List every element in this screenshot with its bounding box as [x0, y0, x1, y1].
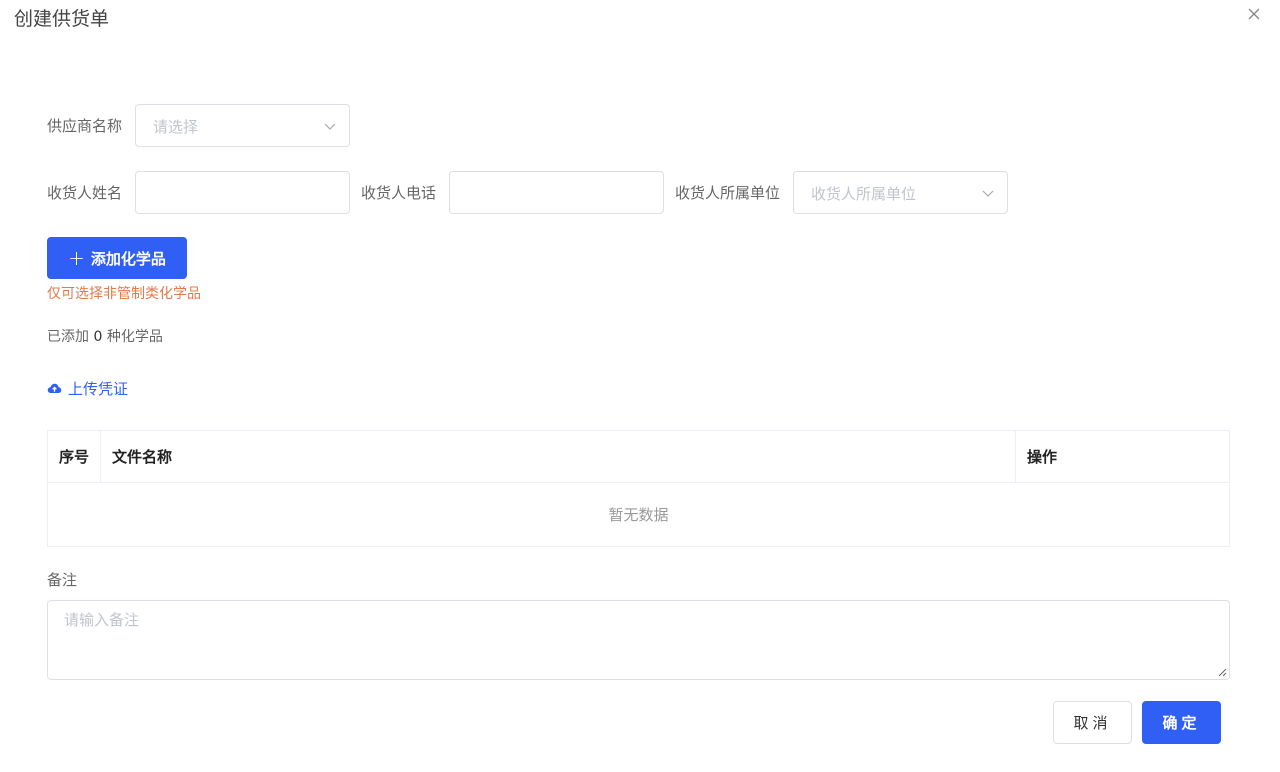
voucher-file-table: 序号 文件名称 操作 暂无数据 — [47, 430, 1230, 547]
cloud-upload-icon — [47, 383, 62, 393]
receiver-phone-field[interactable] — [449, 171, 664, 214]
receiver-unit-select[interactable]: 收货人所属单位 — [793, 171, 1008, 214]
receiver-name-field[interactable] — [135, 171, 350, 214]
receiver-phone-input[interactable] — [450, 172, 663, 213]
add-chemical-button[interactable]: + 添加化学品 — [47, 237, 187, 279]
supplier-select-placeholder: 请选择 — [153, 118, 199, 136]
chemical-count: 已添加 0 种化学品 — [47, 326, 163, 346]
receiver-phone-label: 收货人电话 — [361, 184, 437, 202]
add-chemical-label: 添加化学品 — [90, 249, 166, 268]
dialog-title: 创建供货单 — [14, 8, 110, 30]
column-header-index: 序号 — [48, 431, 101, 483]
chemical-count-prefix: 已添加 — [47, 329, 89, 345]
remark-field[interactable] — [47, 600, 1230, 680]
plus-icon: + — [68, 246, 85, 270]
chevron-down-icon — [324, 123, 336, 130]
receiver-name-input[interactable] — [136, 172, 349, 213]
column-header-actions: 操作 — [1027, 448, 1058, 466]
upload-voucher-link[interactable]: 上传凭证 — [47, 378, 128, 399]
close-icon[interactable] — [1246, 6, 1262, 22]
cancel-button[interactable]: 取消 — [1053, 701, 1132, 744]
chemical-count-value: 0 — [93, 329, 103, 345]
confirm-button[interactable]: 确定 — [1142, 701, 1221, 744]
supplier-select[interactable]: 请选择 — [135, 104, 350, 147]
upload-voucher-label: 上传凭证 — [68, 380, 129, 398]
chemical-count-suffix: 种化学品 — [106, 329, 163, 345]
resize-handle-icon[interactable] — [1217, 667, 1227, 677]
table-empty-text: 暂无数据 — [608, 506, 669, 524]
chemical-warning: 仅可选择非管制类化学品 — [47, 286, 201, 302]
create-supply-order-dialog: 创建供货单 供应商名称 请选择 收货人姓名 收货人电话 收货人所属单位 收货人所… — [0, 0, 1280, 772]
receiver-name-label: 收货人姓名 — [47, 184, 123, 202]
supplier-label: 供应商名称 — [47, 117, 123, 135]
remark-textarea[interactable] — [48, 601, 1229, 679]
remark-label: 备注 — [47, 571, 78, 589]
column-header-filename: 文件名称 — [101, 431, 1016, 483]
table-header: 序号 文件名称 操作 — [48, 431, 1229, 483]
receiver-unit-placeholder: 收货人所属单位 — [811, 185, 917, 203]
chevron-down-icon — [982, 190, 994, 197]
receiver-unit-label: 收货人所属单位 — [675, 184, 781, 202]
